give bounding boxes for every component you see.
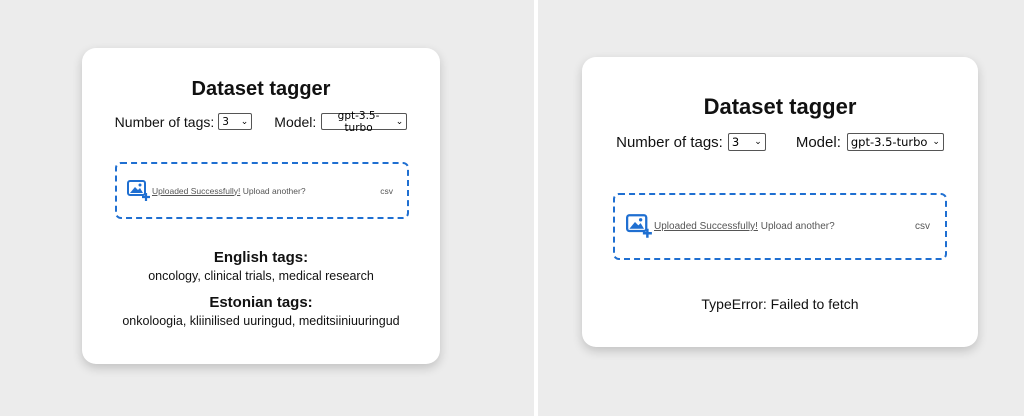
number-of-tags-value: 3 [731,135,740,149]
left-screenshot-panel: Dataset tagger Number of tags: 3 ⌄ Model… [0,0,534,416]
file-type-label: csv [380,185,393,196]
image-upload-icon [127,179,151,202]
controls-row: Number of tags: 3 ⌄ Model: gpt-3.5-turbo… [582,133,978,151]
estonian-tags-text: onkoloogia, kliinilised uuringud, medits… [122,314,400,328]
file-upload-dropzone[interactable]: Uploaded Successfully! Upload another? c… [115,162,409,219]
english-tags-heading: English tags: [213,249,309,266]
number-of-tags-value: 3 [222,115,229,128]
page-title: Dataset tagger [703,94,857,119]
upload-another-text: Upload another? [757,221,835,232]
right-screenshot-panel: Dataset tagger Number of tags: 3 ⌄ Model… [538,0,1024,416]
english-tags-text: oncology, clinical trials, medical resea… [148,269,374,283]
upload-success-link[interactable]: Uploaded Successfully! [152,186,240,196]
image-upload-icon [626,214,653,239]
upload-success-link[interactable]: Uploaded Successfully! [654,221,758,232]
estonian-tags-heading: Estonian tags: [209,294,313,311]
upload-status-text: Uploaded Successfully! Upload another? [152,186,306,196]
file-type-label: csv [915,221,930,232]
number-of-tags-label: Number of tags: [616,133,723,151]
model-value: gpt-3.5-turbo [337,109,380,134]
file-upload-dropzone[interactable]: Uploaded Successfully! Upload another? c… [613,193,947,260]
tagger-card-right: Dataset tagger Number of tags: 3 ⌄ Model… [582,57,978,347]
number-of-tags-select[interactable]: 3 ⌄ [218,113,253,130]
error-message: TypeError: Failed to fetch [701,296,859,312]
model-select[interactable]: gpt-3.5-turbo ⌄ [321,110,408,134]
tags-result: English tags: oncology, clinical trials,… [82,249,440,328]
tagger-card-left: Dataset tagger Number of tags: 3 ⌄ Model… [82,48,440,364]
model-label: Model: [795,133,841,151]
model-value: gpt-3.5-turbo [850,135,928,149]
number-of-tags-select[interactable]: 3 ⌄ [727,133,766,151]
controls-row: Number of tags: 3 ⌄ Model: gpt-3.5-turbo… [82,110,440,134]
page-title: Dataset tagger [191,78,331,100]
chevron-down-icon: ⌄ [240,116,249,127]
upload-another-text: Upload another? [240,185,306,196]
chevron-down-icon: ⌄ [395,116,404,127]
chevron-down-icon: ⌄ [754,137,762,147]
upload-status-text: Uploaded Successfully! Upload another? [654,221,835,232]
number-of-tags-label: Number of tags: [114,113,215,130]
model-label: Model: [274,113,317,130]
chevron-down-icon: ⌄ [932,137,940,147]
model-select[interactable]: gpt-3.5-turbo ⌄ [846,133,944,151]
